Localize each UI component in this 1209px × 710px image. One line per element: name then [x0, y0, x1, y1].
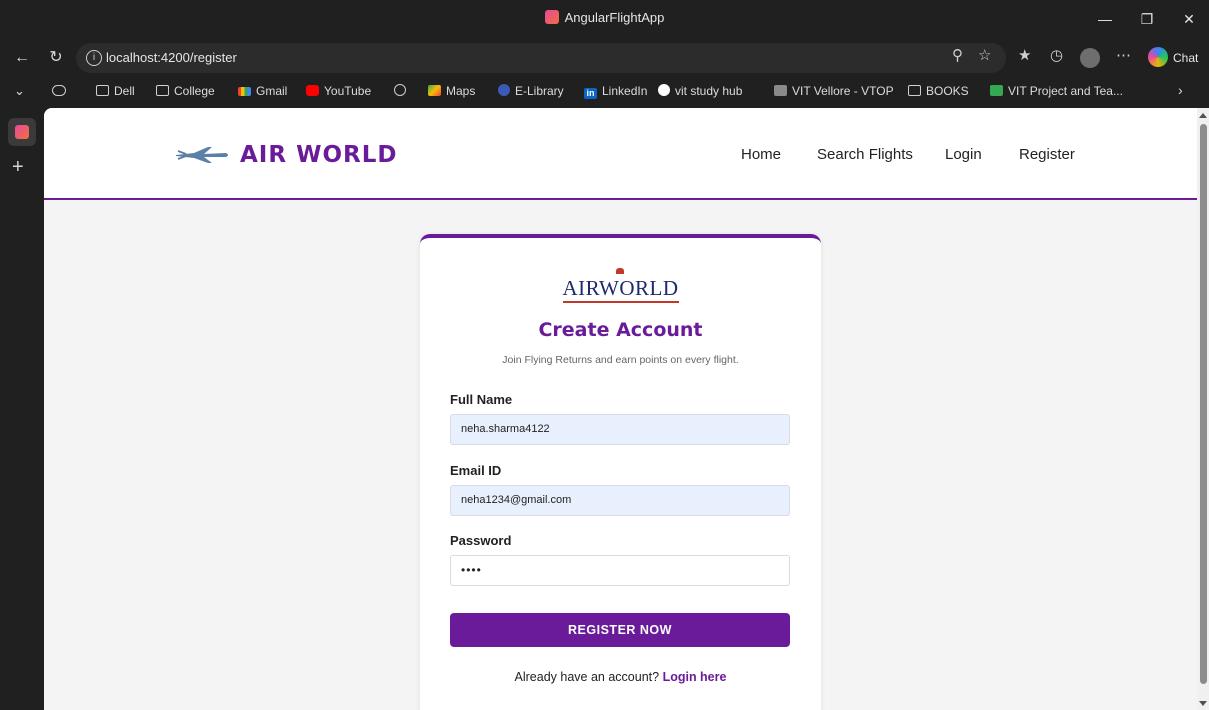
bookmark-label: vit study hub: [675, 84, 743, 98]
more-bookmarks-chevron-icon[interactable]: ›: [1178, 82, 1183, 98]
address-row: ← ↻ i localhost:4200/register ⚲ ☆ ★ ◷ ⋯: [0, 38, 1209, 78]
site-header: AIR WORLD Home Search Flights Login Regi…: [44, 108, 1197, 200]
folder-icon: [908, 85, 921, 96]
nav-label: Search Flights: [817, 146, 913, 163]
airplane-icon: [176, 147, 228, 163]
angular-tab-icon: [15, 125, 29, 139]
login-prompt-text: Already have an account?: [514, 670, 660, 684]
bookmark-item[interactable]: Dell: [96, 84, 135, 98]
collections-shape-icon: [52, 85, 66, 96]
login-link[interactable]: Login here: [663, 670, 727, 684]
scroll-thumb[interactable]: [1200, 124, 1207, 684]
history-icon[interactable]: ◷: [1050, 46, 1063, 64]
profile-avatar[interactable]: [1080, 48, 1100, 68]
nav-label: Home: [741, 146, 782, 163]
linkedin-icon: in: [584, 88, 597, 99]
fullname-input[interactable]: neha.sharma4122: [450, 414, 790, 445]
vit-icon: [658, 84, 670, 96]
bookmark-item[interactable]: E-Library: [498, 84, 564, 98]
nav-label: Login: [945, 146, 982, 163]
scroll-up-icon[interactable]: [1199, 113, 1207, 118]
window-title: AngularFlightApp: [0, 10, 1209, 25]
bookmark-item[interactable]: Maps: [428, 84, 475, 98]
bookmark-label: VIT Vellore - VTOP: [792, 84, 894, 98]
new-tab-icon[interactable]: +: [12, 156, 24, 179]
brand-name: AIR WORLD: [240, 142, 398, 168]
bookmark-item[interactable]: VIT Vellore - VTOP: [774, 84, 894, 98]
plus-icon: [990, 85, 1003, 96]
page-title: Create Account: [538, 319, 703, 341]
folder-icon: [156, 85, 169, 96]
window-titlebar: AngularFlightApp — ❐ ✕: [0, 0, 1209, 38]
bookmark-item[interactable]: BOOKS: [908, 84, 969, 98]
bookmark-item[interactable]: VIT Project and Tea...: [990, 84, 1123, 98]
url-text: localhost:4200/register: [106, 50, 237, 65]
bookmark-item[interactable]: in LinkedIn: [584, 84, 647, 99]
page-scrollbar[interactable]: [1197, 108, 1209, 710]
nav-search-flights[interactable]: Search Flights: [817, 146, 913, 163]
copilot-icon: [1148, 47, 1168, 67]
more-menu-icon[interactable]: ⋯: [1116, 46, 1131, 64]
page-viewport: AIR WORLD Home Search Flights Login Regi…: [44, 108, 1197, 710]
address-bar[interactable]: i localhost:4200/register: [76, 43, 1006, 73]
bookmark-item[interactable]: Gmail: [238, 84, 287, 98]
register-card: AIRWORLD Create Account Join Flying Retu…: [420, 234, 821, 710]
back-icon[interactable]: ←: [10, 46, 34, 70]
tab-actions-chevron-icon[interactable]: ⌄: [14, 83, 25, 99]
email-input[interactable]: neha1234@gmail.com: [450, 485, 790, 516]
favorite-star-icon[interactable]: ☆: [978, 46, 991, 64]
collections-icon[interactable]: [52, 84, 71, 98]
bookmark-label: VIT Project and Tea...: [1008, 84, 1123, 98]
nav-register[interactable]: Register: [1019, 146, 1075, 163]
bookmark-label: LinkedIn: [602, 84, 648, 98]
scroll-down-icon[interactable]: [1199, 701, 1207, 706]
nav-label: Register: [1019, 146, 1075, 163]
nav-home[interactable]: Home: [741, 146, 781, 163]
folder-icon: [96, 85, 109, 96]
register-button[interactable]: REGISTER NOW: [450, 613, 790, 647]
vtop-icon: [774, 85, 787, 96]
crest-icon: [616, 268, 624, 274]
refresh-icon[interactable]: ↻: [44, 46, 68, 70]
minimize-button[interactable]: —: [1082, 6, 1128, 32]
favorites-icon[interactable]: ★: [1018, 46, 1031, 64]
bookmark-label: College: [174, 84, 215, 98]
restore-button[interactable]: ❐: [1124, 6, 1170, 32]
airworld-logo: AIRWORLD: [420, 276, 821, 303]
maps-icon: [428, 85, 441, 96]
chat-label: Chat: [1173, 51, 1199, 65]
gmail-icon: [238, 87, 251, 96]
bookmark-label: Maps: [446, 84, 476, 98]
login-prompt: Already have an account? Login here: [420, 670, 821, 684]
password-label: Password: [450, 533, 512, 548]
airworld-logo-text: AIRWORLD: [562, 276, 679, 303]
close-button[interactable]: ✕: [1166, 6, 1209, 32]
bookmark-item[interactable]: YouTube: [306, 84, 371, 98]
bookmark-item[interactable]: College: [156, 84, 215, 98]
elibrary-icon: [498, 84, 510, 96]
page-subtitle: Join Flying Returns and earn points on e…: [502, 354, 739, 366]
bookmark-label: Gmail: [256, 84, 288, 98]
site-info-icon[interactable]: i: [86, 50, 102, 66]
bookmark-label: YouTube: [324, 84, 372, 98]
bookmarks-bar: ⌄ Dell College Gmail YouTube Maps E-Libr…: [0, 78, 1209, 108]
bookmark-item[interactable]: [394, 84, 411, 98]
bookmark-label: E-Library: [515, 84, 564, 98]
bookmark-label: Dell: [114, 84, 135, 98]
copilot-chat-button[interactable]: Chat: [1148, 45, 1198, 71]
email-label: Email ID: [450, 463, 502, 478]
fullname-label: Full Name: [450, 392, 513, 407]
globe-icon: [394, 84, 406, 96]
window-title-text: AngularFlightApp: [564, 10, 665, 25]
vertical-tabs-sidebar: +: [0, 108, 44, 710]
angular-app-icon: [544, 10, 559, 24]
site-logo[interactable]: AIR WORLD: [174, 142, 397, 168]
bookmark-item[interactable]: vit study hub: [658, 84, 742, 98]
bookmark-label: BOOKS: [926, 84, 969, 98]
password-input[interactable]: ••••: [450, 555, 790, 586]
active-tab[interactable]: [8, 118, 36, 146]
zoom-icon[interactable]: ⚲: [952, 46, 963, 64]
youtube-icon: [306, 85, 319, 96]
nav-login[interactable]: Login: [945, 146, 982, 163]
